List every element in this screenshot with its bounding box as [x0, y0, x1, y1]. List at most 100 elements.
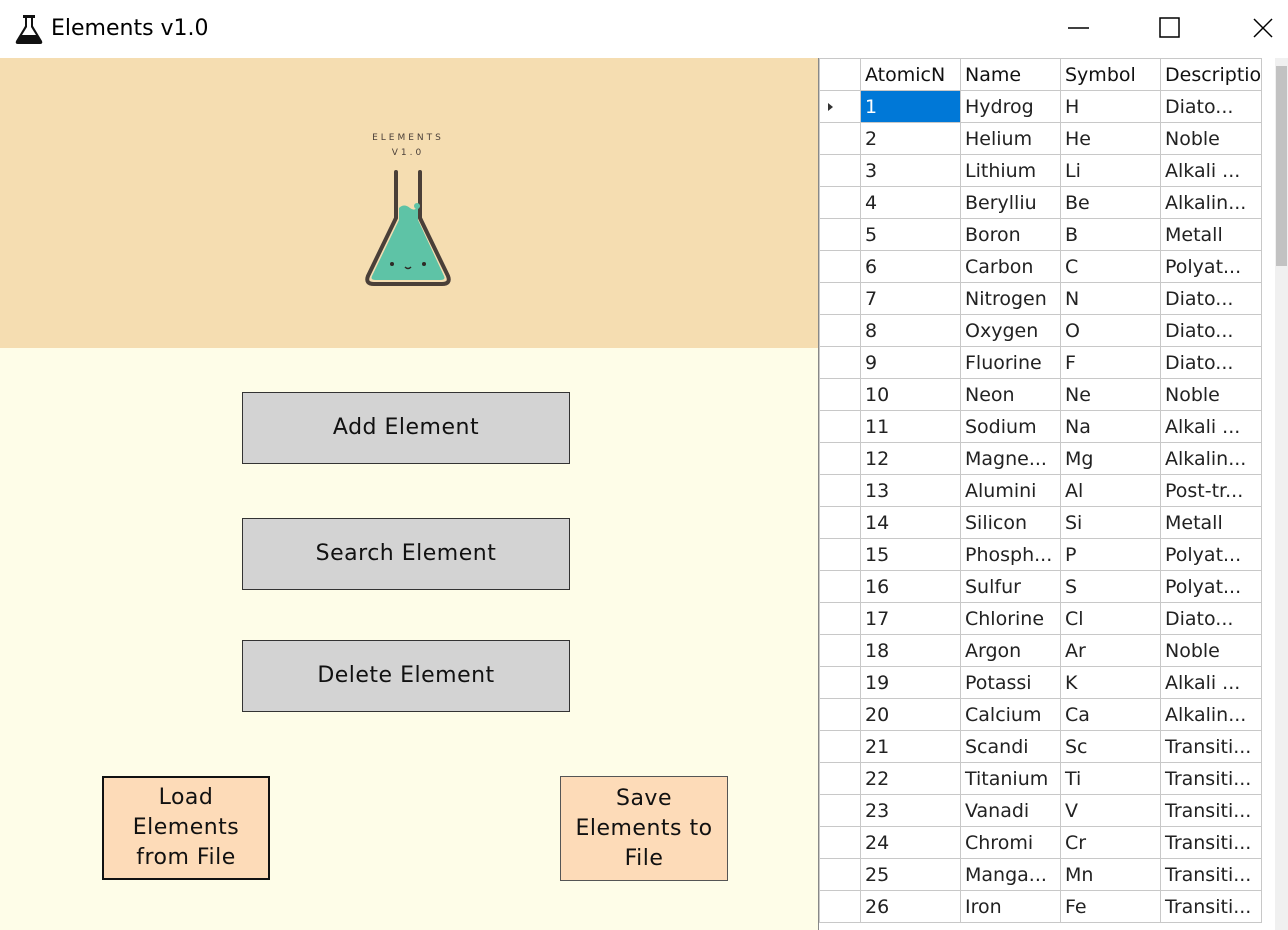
cell-name[interactable]: Potassi	[960, 666, 1061, 699]
row-header[interactable]	[819, 730, 861, 763]
row-header[interactable]	[819, 602, 861, 635]
cell-description[interactable]: Noble	[1159, 122, 1263, 155]
cell-description[interactable]: Alkalin...	[1159, 186, 1263, 219]
cell-symbol[interactable]: Ne	[1060, 378, 1161, 411]
row-header[interactable]	[819, 762, 861, 795]
cell-symbol[interactable]: P	[1060, 538, 1161, 571]
row-header[interactable]	[819, 218, 861, 251]
cell-symbol[interactable]: Be	[1060, 186, 1161, 219]
cell-description[interactable]: Transiti...	[1159, 794, 1263, 827]
table-row[interactable]: 4 Berylliu Be Alkalin...	[819, 186, 1263, 219]
row-header[interactable]	[819, 314, 861, 347]
table-row[interactable]: 17 Chlorine Cl Diato...	[819, 602, 1263, 635]
cell-symbol[interactable]: N	[1060, 282, 1161, 315]
cell-name[interactable]: Titanium	[960, 762, 1061, 795]
cell-name[interactable]: Fluorine	[960, 346, 1061, 379]
cell-atomicnumber[interactable]: 21	[860, 730, 961, 763]
table-row[interactable]: 11 Sodium Na Alkali ...	[819, 410, 1263, 443]
cell-atomicnumber[interactable]: 17	[860, 602, 961, 635]
cell-description[interactable]: Transiti...	[1159, 762, 1263, 795]
row-header[interactable]	[819, 858, 861, 891]
delete-element-button[interactable]: Delete Element	[242, 640, 570, 712]
cell-atomicnumber[interactable]: 22	[860, 762, 961, 795]
close-button[interactable]	[1215, 0, 1288, 58]
column-header-symbol[interactable]: Symbol	[1060, 58, 1161, 91]
cell-symbol[interactable]: Li	[1060, 154, 1161, 187]
table-row[interactable]: 22 Titanium Ti Transiti...	[819, 762, 1263, 795]
column-header-atomicnumber[interactable]: AtomicN	[860, 58, 961, 91]
cell-name[interactable]: Alumini	[960, 474, 1061, 507]
cell-atomicnumber[interactable]: 18	[860, 634, 961, 667]
row-header[interactable]	[819, 154, 861, 187]
table-row[interactable]: 21 Scandi Sc Transiti...	[819, 730, 1263, 763]
row-header[interactable]	[819, 890, 861, 923]
cell-name[interactable]: Chromi	[960, 826, 1061, 859]
row-header[interactable]	[819, 378, 861, 411]
cell-atomicnumber[interactable]: 8	[860, 314, 961, 347]
cell-atomicnumber[interactable]: 3	[860, 154, 961, 187]
table-row[interactable]: 2 Helium He Noble	[819, 122, 1263, 155]
cell-description[interactable]: Diato...	[1159, 282, 1263, 315]
cell-description[interactable]: Post-tr...	[1159, 474, 1263, 507]
cell-symbol[interactable]: He	[1060, 122, 1161, 155]
cell-symbol[interactable]: Cl	[1060, 602, 1161, 635]
table-row[interactable]: 15 Phosph... P Polyat...	[819, 538, 1263, 571]
table-row[interactable]: 23 Vanadi V Transiti...	[819, 794, 1263, 827]
table-row[interactable]: 14 Silicon Si Metall	[819, 506, 1263, 539]
cell-description[interactable]: Alkali ...	[1159, 666, 1263, 699]
cell-description[interactable]: Noble	[1159, 634, 1263, 667]
cell-description[interactable]: Noble	[1159, 378, 1263, 411]
table-row[interactable]: 8 Oxygen O Diato...	[819, 314, 1263, 347]
cell-symbol[interactable]: Sc	[1060, 730, 1161, 763]
cell-name[interactable]: Lithium	[960, 154, 1061, 187]
cell-atomicnumber[interactable]: 7	[860, 282, 961, 315]
cell-symbol[interactable]: Ca	[1060, 698, 1161, 731]
cell-symbol[interactable]: Al	[1060, 474, 1161, 507]
add-element-button[interactable]: Add Element	[242, 392, 570, 464]
cell-description[interactable]: Transiti...	[1159, 858, 1263, 891]
table-row[interactable]: 20 Calcium Ca Alkalin...	[819, 698, 1263, 731]
cell-atomicnumber[interactable]: 4	[860, 186, 961, 219]
cell-description[interactable]: Diato...	[1159, 90, 1263, 123]
cell-description[interactable]: Diato...	[1159, 314, 1263, 347]
cell-description[interactable]: Transiti...	[1159, 890, 1263, 923]
cell-symbol[interactable]: Fe	[1060, 890, 1161, 923]
row-header[interactable]	[819, 474, 861, 507]
cell-atomicnumber[interactable]: 16	[860, 570, 961, 603]
cell-symbol[interactable]: Na	[1060, 410, 1161, 443]
search-element-button[interactable]: Search Element	[242, 518, 570, 590]
table-row[interactable]: 19 Potassi K Alkali ...	[819, 666, 1263, 699]
table-row[interactable]: 13 Alumini Al Post-tr...	[819, 474, 1263, 507]
cell-description[interactable]: Polyat...	[1159, 250, 1263, 283]
cell-description[interactable]: Transiti...	[1159, 730, 1263, 763]
table-row[interactable]: 1 Hydrog H Diato...	[819, 90, 1263, 123]
cell-description[interactable]: Diato...	[1159, 602, 1263, 635]
cell-atomicnumber[interactable]: 19	[860, 666, 961, 699]
cell-symbol[interactable]: Ar	[1060, 634, 1161, 667]
row-header[interactable]	[819, 826, 861, 859]
cell-atomicnumber[interactable]: 10	[860, 378, 961, 411]
cell-name[interactable]: Sodium	[960, 410, 1061, 443]
table-row[interactable]: 26 Iron Fe Transiti...	[819, 890, 1263, 923]
cell-symbol[interactable]: Ti	[1060, 762, 1161, 795]
cell-name[interactable]: Iron	[960, 890, 1061, 923]
cell-name[interactable]: Nitrogen	[960, 282, 1061, 315]
cell-atomicnumber[interactable]: 15	[860, 538, 961, 571]
cell-name[interactable]: Silicon	[960, 506, 1061, 539]
row-header[interactable]	[819, 282, 861, 315]
cell-description[interactable]: Diato...	[1159, 346, 1263, 379]
cell-name[interactable]: Helium	[960, 122, 1061, 155]
cell-atomicnumber[interactable]: 6	[860, 250, 961, 283]
table-row[interactable]: 3 Lithium Li Alkali ...	[819, 154, 1263, 187]
row-header[interactable]	[819, 346, 861, 379]
cell-name[interactable]: Magne...	[960, 442, 1061, 475]
cell-name[interactable]: Boron	[960, 218, 1061, 251]
cell-symbol[interactable]: F	[1060, 346, 1161, 379]
cell-name[interactable]: Hydrog	[960, 90, 1061, 123]
cell-name[interactable]: Sulfur	[960, 570, 1061, 603]
cell-name[interactable]: Carbon	[960, 250, 1061, 283]
cell-symbol[interactable]: S	[1060, 570, 1161, 603]
cell-atomicnumber[interactable]: 14	[860, 506, 961, 539]
cell-description[interactable]: Alkali ...	[1159, 410, 1263, 443]
cell-name[interactable]: Neon	[960, 378, 1061, 411]
